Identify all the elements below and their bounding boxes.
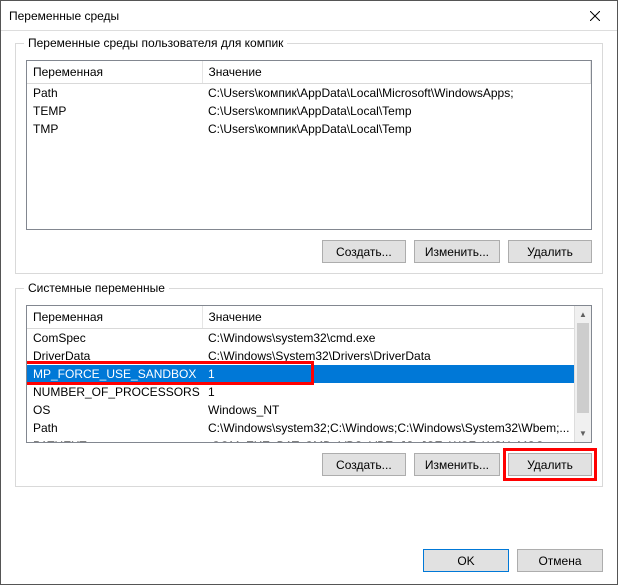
system-vars-label: Системные переменные <box>24 281 169 295</box>
scroll-down-icon[interactable]: ▼ <box>575 425 591 442</box>
col-header-value[interactable]: Значение <box>202 61 591 84</box>
env-vars-dialog: Переменные среды Переменные среды пользо… <box>0 0 618 585</box>
user-edit-button[interactable]: Изменить... <box>414 240 500 263</box>
user-vars-label: Переменные среды пользователя для компик <box>24 36 287 50</box>
scroll-thumb[interactable] <box>577 323 589 413</box>
system-scrollbar[interactable]: ▲ ▼ <box>574 306 591 442</box>
user-vars-table-wrap: Переменная Значение Path C:\Users\компик… <box>26 60 592 230</box>
scroll-up-icon[interactable]: ▲ <box>575 306 591 323</box>
ok-button[interactable]: OK <box>423 549 509 572</box>
table-row[interactable]: DriverData C:\Windows\System32\Drivers\D… <box>27 347 591 365</box>
table-row[interactable]: TMP C:\Users\компик\AppData\Local\Temp <box>27 120 591 138</box>
system-vars-table[interactable]: Переменная Значение ComSpec C:\Windows\s… <box>27 306 591 443</box>
system-delete-button[interactable]: Удалить <box>508 453 592 476</box>
col-header-value[interactable]: Значение <box>202 306 591 329</box>
content-area: Переменные среды пользователя для компик… <box>1 31 617 545</box>
table-row[interactable]: PATHEXT .COM;.EXE;.BAT;.CMD;.VBS;.VBE;.J… <box>27 437 591 443</box>
user-vars-group: Переменные среды пользователя для компик… <box>15 43 603 274</box>
close-button[interactable] <box>572 1 617 31</box>
table-row[interactable]: NUMBER_OF_PROCESSORS 1 <box>27 383 591 401</box>
system-edit-button[interactable]: Изменить... <box>414 453 500 476</box>
system-new-button[interactable]: Создать... <box>322 453 406 476</box>
table-header-row: Переменная Значение <box>27 61 591 84</box>
user-vars-table[interactable]: Переменная Значение Path C:\Users\компик… <box>27 61 591 138</box>
user-new-button[interactable]: Создать... <box>322 240 406 263</box>
table-row[interactable]: MP_FORCE_USE_SANDBOX 1 <box>27 365 591 383</box>
system-vars-table-wrap: Переменная Значение ComSpec C:\Windows\s… <box>26 305 592 443</box>
cancel-button[interactable]: Отмена <box>517 549 603 572</box>
table-row[interactable]: OS Windows_NT <box>27 401 591 419</box>
col-header-variable[interactable]: Переменная <box>27 61 202 84</box>
table-header-row: Переменная Значение <box>27 306 591 329</box>
window-title: Переменные среды <box>9 9 119 23</box>
user-delete-button[interactable]: Удалить <box>508 240 592 263</box>
system-vars-group: Системные переменные Переменная Значение… <box>15 288 603 487</box>
titlebar: Переменные среды <box>1 1 617 31</box>
dialog-buttons: OK Отмена <box>1 545 617 584</box>
system-buttons: Создать... Изменить... Удалить <box>26 453 592 476</box>
table-row[interactable]: ComSpec C:\Windows\system32\cmd.exe <box>27 329 591 348</box>
user-buttons: Создать... Изменить... Удалить <box>26 240 592 263</box>
table-row[interactable]: Path C:\Windows\system32;C:\Windows;C:\W… <box>27 419 591 437</box>
close-icon <box>590 11 600 21</box>
table-row[interactable]: TEMP C:\Users\компик\AppData\Local\Temp <box>27 102 591 120</box>
col-header-variable[interactable]: Переменная <box>27 306 202 329</box>
table-row[interactable]: Path C:\Users\компик\AppData\Local\Micro… <box>27 84 591 103</box>
